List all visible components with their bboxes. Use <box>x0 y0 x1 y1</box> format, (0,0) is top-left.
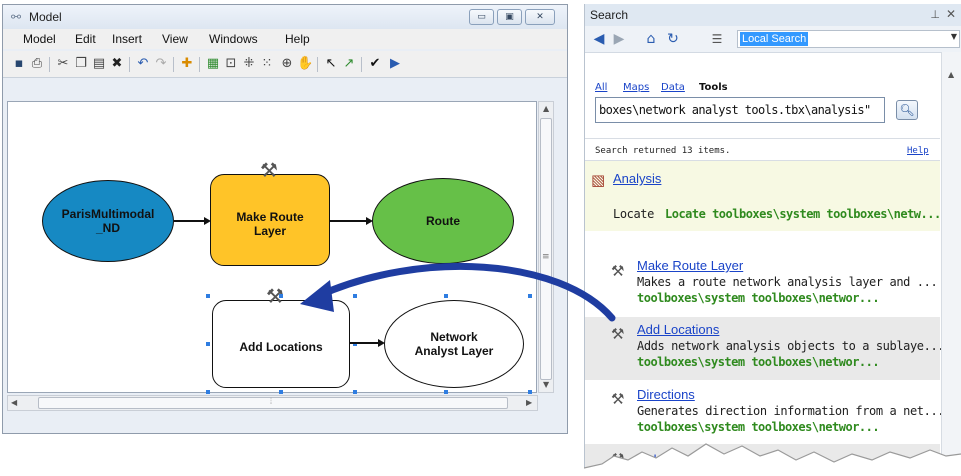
drag-arrow <box>300 262 616 322</box>
